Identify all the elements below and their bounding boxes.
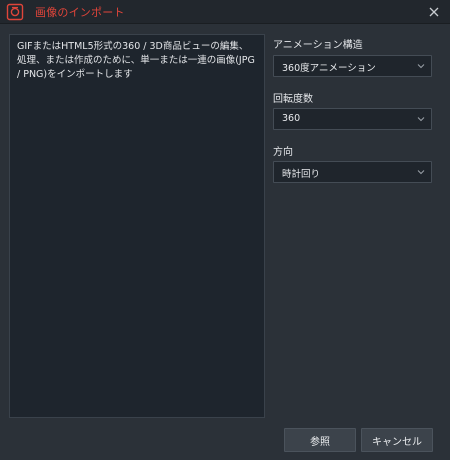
app-logo-icon	[6, 3, 24, 21]
animation-structure-label: アニメーション構造	[273, 40, 363, 51]
cancel-button[interactable]: キャンセル	[361, 428, 433, 452]
rotation-degrees-label: 回転度数	[273, 94, 313, 105]
direction-value: 時計回り	[282, 169, 321, 180]
window-title: 画像のインポート	[35, 6, 125, 19]
title-bar: 画像のインポート	[0, 0, 450, 24]
rotation-degrees-value: 360	[282, 113, 301, 124]
close-button[interactable]	[424, 2, 444, 22]
close-icon	[429, 7, 439, 17]
browse-button[interactable]: 参照	[284, 428, 356, 452]
direction-select[interactable]: 時計回り	[273, 161, 432, 183]
chevron-down-icon	[417, 170, 425, 175]
rotation-degrees-select[interactable]: 360	[273, 108, 432, 130]
chevron-down-icon	[417, 64, 425, 69]
animation-structure-select[interactable]: 360度アニメーション	[273, 55, 432, 77]
chevron-down-icon	[417, 117, 425, 122]
animation-structure-value: 360度アニメーション	[282, 63, 376, 74]
description-text: GIFまたはHTML5形式の360 / 3D商品ビューの編集、処理、または作成の…	[17, 41, 255, 80]
description-panel: GIFまたはHTML5形式の360 / 3D商品ビューの編集、処理、または作成の…	[9, 34, 265, 418]
direction-label: 方向	[273, 147, 293, 158]
